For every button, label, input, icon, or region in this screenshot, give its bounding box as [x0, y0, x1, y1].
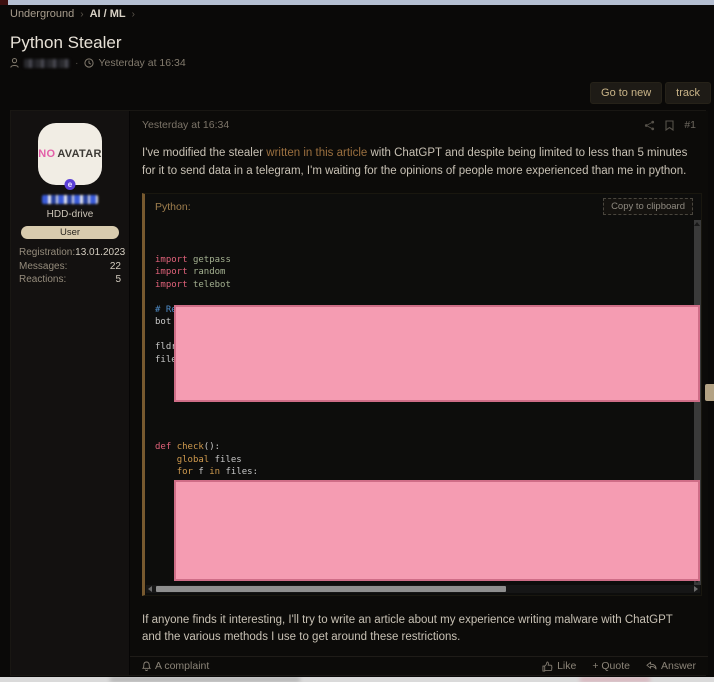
- stat-value: 13.01.2023: [75, 247, 126, 258]
- scroll-right-icon[interactable]: [694, 585, 698, 592]
- user-stats: Registration: 13.01.2023 Messages: 22 Re…: [11, 247, 129, 288]
- thumbs-up-icon: [542, 661, 553, 671]
- article-link[interactable]: written in this article: [266, 147, 367, 159]
- page-scrollbar-thumb[interactable]: [705, 384, 714, 401]
- reply-arrow-icon: [646, 661, 657, 670]
- code-line: import random: [155, 267, 226, 278]
- avatar[interactable]: NO AVATAR e: [38, 123, 102, 190]
- code-body[interactable]: import getpass import random import telebo…: [145, 219, 701, 585]
- code-block: Python: Copy to clipboard import getpass…: [142, 192, 702, 596]
- redacted-username[interactable]: [42, 195, 98, 204]
- code-language-label: Python:: [155, 200, 191, 213]
- body-text: I've modified the stealer: [142, 147, 267, 159]
- breadcrumb-separator-icon: ›: [80, 8, 84, 20]
- thread-author-row: · Yesterday at 16:34: [10, 57, 186, 69]
- avatar-no-text: NO: [38, 148, 56, 160]
- redaction-overlay-1: [174, 304, 700, 402]
- post-content: Yesterday at 16:34 #1 I've modified the …: [129, 111, 708, 675]
- scroll-up-icon[interactable]: [694, 221, 700, 226]
- thread-buttons: Go to new track: [590, 82, 711, 104]
- code-line: global files: [176, 454, 242, 465]
- answer-label: Answer: [660, 660, 696, 672]
- avatar-avatar-text: AVATAR: [57, 148, 102, 160]
- breadcrumb-forum[interactable]: AI / ML: [90, 8, 126, 20]
- page-title: Python Stealer: [10, 33, 122, 52]
- post-body-text: I've modified the stealer written in thi…: [130, 131, 705, 181]
- copy-to-clipboard-button[interactable]: Copy to clipboard: [603, 198, 693, 216]
- quote-label: + Quote: [592, 660, 630, 672]
- quote-button[interactable]: + Quote: [592, 660, 630, 672]
- code-horizontal-scrollbar[interactable]: [146, 584, 700, 593]
- post-header: Yesterday at 16:34 #1: [130, 111, 708, 131]
- stat-label: Messages:: [19, 260, 68, 272]
- post-action-bar: A complaint Like + Quote Answer: [130, 656, 708, 675]
- user-title: HDD-drive: [46, 209, 94, 220]
- breadcrumb: Underground › AI / ML ›: [10, 8, 135, 20]
- horizontal-scroll-thumb[interactable]: [156, 585, 506, 592]
- post-closing-text: If anyone finds it interesting, I'll try…: [142, 613, 673, 644]
- like-label: Like: [557, 660, 577, 672]
- code-line: import telebot: [155, 279, 231, 290]
- scroll-left-icon[interactable]: [148, 585, 152, 592]
- answer-button[interactable]: Answer: [646, 660, 696, 672]
- breadcrumb-separator-icon: ›: [131, 8, 135, 20]
- thread-timestamp: Yesterday at 16:34: [98, 57, 186, 69]
- redaction-overlay-2: [174, 479, 700, 581]
- code-line: for f in files:: [176, 467, 258, 478]
- stat-registration: Registration: 13.01.2023: [19, 247, 125, 258]
- code-block-header: Python: Copy to clipboard: [145, 194, 701, 220]
- share-icon[interactable]: [644, 120, 655, 131]
- complaint-button[interactable]: A complaint: [142, 660, 209, 672]
- stat-value[interactable]: 22: [110, 261, 121, 272]
- post-timestamp[interactable]: Yesterday at 16:34: [142, 119, 229, 131]
- stat-messages: Messages: 22: [19, 261, 121, 272]
- track-button[interactable]: track: [665, 82, 711, 104]
- page: Underground › AI / ML › Python Stealer ·…: [0, 0, 714, 682]
- role-badge: User: [21, 226, 119, 239]
- stat-value[interactable]: 5: [115, 274, 121, 285]
- bell-icon: [142, 661, 151, 671]
- post-number[interactable]: #1: [684, 119, 696, 131]
- person-icon: [10, 58, 19, 68]
- stat-reactions: Reactions: 5: [19, 274, 121, 285]
- stat-label: Reactions:: [19, 274, 67, 285]
- code-line: import getpass: [155, 254, 231, 265]
- stat-label: Registration:: [19, 247, 76, 258]
- code-line: def check():: [155, 442, 221, 453]
- go-to-new-button[interactable]: Go to new: [590, 82, 663, 104]
- post: NO AVATAR e HDD-drive User Registration:…: [10, 110, 708, 676]
- breadcrumb-root[interactable]: Underground: [10, 8, 74, 20]
- top-strip-marker: [0, 0, 8, 5]
- post-author-sidebar: NO AVATAR e HDD-drive User Registration:…: [11, 111, 129, 675]
- like-button[interactable]: Like: [542, 660, 576, 672]
- online-badge: e: [64, 179, 76, 190]
- clock-icon: [83, 58, 94, 68]
- bookmark-icon[interactable]: [665, 119, 674, 131]
- top-strip: [0, 0, 714, 5]
- bottom-strip: [0, 677, 714, 682]
- complaint-label: A complaint: [155, 660, 210, 672]
- redacted-author-name: [24, 58, 70, 68]
